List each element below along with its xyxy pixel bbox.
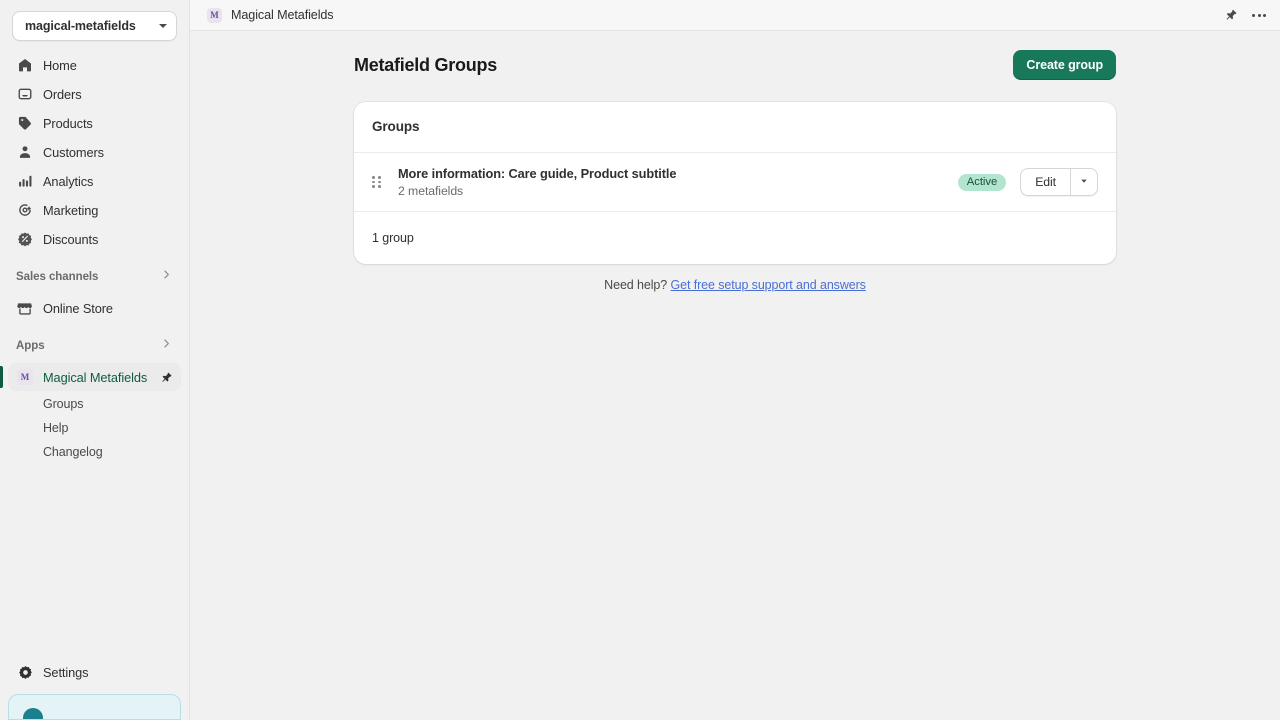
pin-icon[interactable] [1224,8,1238,22]
apps-section[interactable]: Apps [8,333,181,359]
sidebar-item-customers[interactable]: Customers [8,138,181,166]
sidebar-item-products[interactable]: Products [8,109,181,137]
avatar [23,708,43,720]
group-metafield-count: 2 metafields [398,184,958,198]
app-root: magical-metafields Home Orders Produ [0,0,1280,720]
sidebar-item-online-store[interactable]: Online Store [8,294,181,322]
sidebar-item-label: Marketing [43,203,98,218]
page-wrapper: Metafield Groups Create group Groups Mor… [354,31,1116,292]
topbar-title: Magical Metafields [231,8,334,22]
primary-nav: Home Orders Products Customers [0,49,189,254]
sales-channel-list: Online Store [0,292,189,323]
help-line: Need help? Get free setup support and an… [354,278,1116,292]
store-switcher[interactable]: magical-metafields [12,11,177,41]
sidebar-item-discounts[interactable]: Discounts [8,225,181,253]
bottom-promo-card[interactable] [8,694,181,720]
subnav-item-groups[interactable]: Groups [8,392,181,416]
discount-icon [16,230,34,248]
customer-person-icon [16,143,34,161]
sidebar-item-label: Products [43,116,93,131]
sales-channels-section[interactable]: Sales channels [8,264,181,290]
drag-handle-icon[interactable] [372,176,384,188]
subnav-item-label: Help [43,421,68,435]
app-badge-glyph: M [17,369,33,385]
edit-split-button: Edit [1020,168,1098,196]
create-group-button[interactable]: Create group [1013,50,1116,80]
home-icon [16,56,34,74]
sidebar: magical-metafields Home Orders Produ [0,0,190,720]
store-name: magical-metafields [25,19,159,33]
sales-channels-label: Sales channels [16,271,98,283]
marketing-target-icon [16,201,34,219]
page-title: Metafield Groups [354,55,497,76]
apps-label: Apps [16,340,45,352]
sidebar-item-marketing[interactable]: Marketing [8,196,181,224]
groups-card-header: Groups [354,102,1116,153]
subnav-item-changelog[interactable]: Changelog [8,440,181,464]
subnav-item-label: Changelog [43,445,103,459]
page-header: Metafield Groups Create group [354,49,1116,81]
page-content: Metafield Groups Create group Groups Mor… [190,31,1280,720]
main-area: M Magical Metafields Metafield Groups Cr… [190,0,1280,720]
groups-card: Groups More information: Care guide, Pro… [354,102,1116,264]
status-badge: Active [958,174,1006,191]
product-tag-icon [16,114,34,132]
more-horizontal-icon[interactable] [1252,14,1266,17]
chevron-right-icon [160,268,173,286]
sidebar-item-label: Magical Metafields [43,370,147,385]
groups-card-footer: 1 group [354,212,1116,264]
topbar: M Magical Metafields [190,0,1280,31]
subnav-item-help[interactable]: Help [8,416,181,440]
group-info: More information: Care guide, Product su… [398,166,958,198]
app-subnav: Groups Help Changelog [0,392,189,464]
subnav-item-label: Groups [43,397,83,411]
sidebar-item-label: Analytics [43,174,93,189]
online-store-icon [16,299,34,317]
more-dots [1252,14,1266,17]
sidebar-spacer [0,464,189,658]
sidebar-item-settings[interactable]: Settings [8,658,181,686]
chevron-down-icon [1079,175,1089,189]
orders-inbox-icon [16,85,34,103]
groups-card-title: Groups [372,119,419,134]
help-link[interactable]: Get free setup support and answers [671,278,866,292]
apps-list: M Magical Metafields [0,361,189,392]
gear-icon [16,663,34,681]
table-row[interactable]: More information: Care guide, Product su… [354,153,1116,212]
settings-label: Settings [43,665,88,680]
edit-dropdown-button[interactable] [1070,168,1098,196]
topbar-actions [1224,8,1266,22]
edit-button[interactable]: Edit [1020,168,1070,196]
sidebar-item-label: Orders [43,87,82,102]
chevron-down-icon [159,24,167,28]
pin-icon[interactable] [160,371,173,384]
chevron-right-icon [160,337,173,355]
analytics-bars-icon [16,172,34,190]
group-name: More information: Care guide, Product su… [398,166,958,181]
sidebar-item-label: Online Store [43,301,113,316]
group-count: 1 group [372,231,414,245]
sidebar-item-label: Home [43,58,77,73]
sidebar-item-home[interactable]: Home [8,51,181,79]
sidebar-item-label: Discounts [43,232,98,247]
sidebar-item-orders[interactable]: Orders [8,80,181,108]
sidebar-item-label: Customers [43,145,104,160]
app-badge-icon: M [16,368,34,386]
sidebar-item-analytics[interactable]: Analytics [8,167,181,195]
app-badge-icon: M [207,8,222,23]
help-prefix: Need help? [604,278,667,292]
sidebar-item-magical-metafields[interactable]: M Magical Metafields [8,363,181,391]
